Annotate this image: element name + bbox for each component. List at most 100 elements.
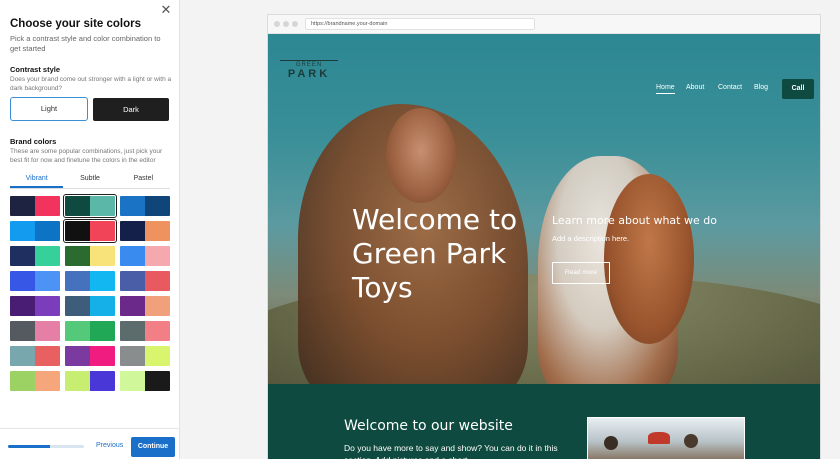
swatch-color-block (90, 246, 115, 266)
color-swatch[interactable] (120, 296, 170, 316)
contrast-style-subtitle: Does your brand come out stronger with a… (10, 76, 172, 92)
swatch-color-block (120, 221, 145, 241)
color-swatch[interactable] (63, 219, 117, 243)
website-preview: https://brandname.your-domain GREEN PARK… (267, 14, 821, 459)
color-swatch[interactable] (120, 346, 170, 366)
swatch-color-block (10, 221, 35, 241)
swatch-color-block (65, 221, 90, 241)
address-bar[interactable]: https://brandname.your-domain (305, 18, 535, 30)
section-text: Do you have more to say and show? You ca… (344, 443, 558, 459)
color-swatch[interactable] (65, 296, 115, 316)
swatch-color-block (10, 346, 35, 366)
dog-head-left (386, 108, 456, 203)
swatch-color-block (65, 296, 90, 316)
color-swatch[interactable] (65, 246, 115, 266)
color-swatch[interactable] (10, 196, 60, 216)
nav-contact[interactable]: Contact (718, 84, 742, 91)
call-button[interactable]: Call (782, 79, 814, 99)
swatch-color-block (35, 221, 60, 241)
welcome-section: Welcome to our website Do you have more … (268, 384, 820, 459)
color-swatch[interactable] (120, 221, 170, 241)
swatch-color-block (145, 296, 170, 316)
color-swatch[interactable] (63, 194, 117, 218)
swatch-color-block (90, 371, 115, 391)
panel-subtitle: Pick a contrast style and color combinat… (10, 34, 161, 53)
tab-vibrant[interactable]: Vibrant (10, 170, 64, 188)
swatch-color-block (90, 221, 115, 241)
swatch-color-block (10, 296, 35, 316)
color-swatch[interactable] (120, 196, 170, 216)
swatch-color-block (10, 321, 35, 341)
color-swatch[interactable] (65, 321, 115, 341)
nav-home[interactable]: Home (656, 84, 675, 94)
person-figure (604, 436, 618, 450)
swatch-color-block (145, 246, 170, 266)
swatch-color-block (65, 371, 90, 391)
browser-chrome: https://brandname.your-domain (268, 15, 820, 34)
color-swatch[interactable] (10, 371, 60, 391)
tab-subtle[interactable]: Subtle (63, 170, 116, 188)
color-swatch[interactable] (10, 221, 60, 241)
swatch-color-block (120, 371, 145, 391)
swatch-color-block (10, 246, 35, 266)
color-swatch[interactable] (10, 271, 60, 291)
swatch-color-block (145, 221, 170, 241)
hero-title: Welcome to Green Park Toys (352, 203, 518, 304)
swatch-color-block (65, 346, 90, 366)
progress-bar (8, 445, 84, 448)
swatch-color-block (90, 196, 115, 216)
color-swatch[interactable] (65, 271, 115, 291)
swatch-color-block (145, 321, 170, 341)
swatch-color-block (65, 271, 90, 291)
color-swatch[interactable] (120, 246, 170, 266)
palette-tabs: Vibrant Subtle Pastel (10, 170, 170, 189)
close-icon[interactable]: ✕ (159, 3, 173, 17)
panel-title: Choose your site colors (10, 18, 142, 30)
progress-fill (8, 445, 50, 448)
swatch-color-block (65, 246, 90, 266)
previous-button[interactable]: Previous (96, 442, 123, 449)
color-swatch[interactable] (65, 346, 115, 366)
swatch-color-block (120, 271, 145, 291)
swatch-color-block (35, 321, 60, 341)
swatch-color-block (35, 296, 60, 316)
continue-button[interactable]: Continue (131, 437, 175, 457)
swatch-color-block (90, 271, 115, 291)
dark-contrast-button[interactable]: Dark (93, 98, 169, 121)
swatch-color-block (90, 321, 115, 341)
panel-footer: Previous Continue (0, 428, 180, 459)
swatch-color-block (120, 321, 145, 341)
swatch-color-block (145, 371, 170, 391)
tab-pastel[interactable]: Pastel (117, 170, 170, 188)
section-title: Welcome to our website (344, 418, 513, 434)
hero-section: GREEN PARK Home About Contact Blog Call … (268, 34, 820, 384)
swatch-color-block (145, 271, 170, 291)
swatch-color-block (90, 296, 115, 316)
read-more-button[interactable]: Read more (552, 262, 610, 284)
light-contrast-button[interactable]: Light (10, 97, 88, 121)
section-image (587, 417, 745, 459)
swatch-color-block (145, 346, 170, 366)
swatch-color-block (120, 196, 145, 216)
logo-bottom-text: PARK (287, 68, 331, 80)
color-swatch[interactable] (120, 271, 170, 291)
color-swatch[interactable] (10, 321, 60, 341)
color-swatch[interactable] (10, 246, 60, 266)
window-dot-icon (283, 21, 289, 27)
color-swatch[interactable] (10, 346, 60, 366)
brand-colors-subtitle: These are some popular combinations, jus… (10, 148, 163, 164)
swatch-color-block (120, 246, 145, 266)
color-swatch[interactable] (65, 371, 115, 391)
swatch-color-block (35, 371, 60, 391)
nav-blog[interactable]: Blog (754, 84, 768, 91)
color-swatch[interactable] (120, 371, 170, 391)
color-swatch[interactable] (120, 321, 170, 341)
swatch-color-block (65, 321, 90, 341)
swatch-color-block (35, 346, 60, 366)
nav-about[interactable]: About (686, 84, 704, 91)
swatch-color-block (120, 296, 145, 316)
color-swatch[interactable] (10, 296, 60, 316)
swatch-color-block (10, 371, 35, 391)
swatch-color-block (10, 271, 35, 291)
site-logo[interactable]: GREEN PARK (280, 60, 338, 80)
